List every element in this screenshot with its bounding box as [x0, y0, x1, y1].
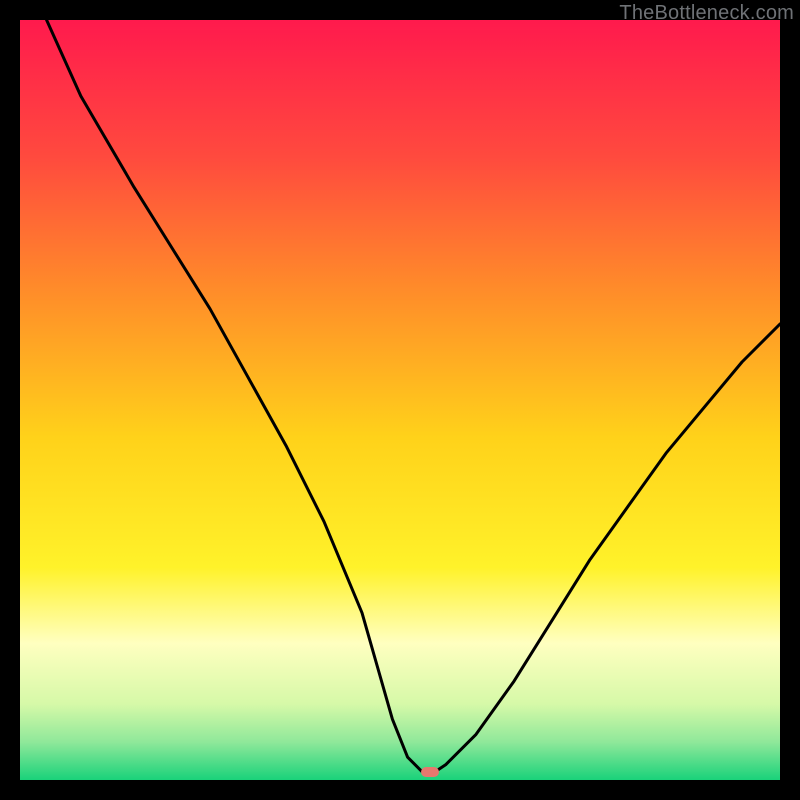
bottleneck-chart	[20, 20, 780, 780]
chart-background	[20, 20, 780, 780]
chart-frame: TheBottleneck.com	[0, 0, 800, 800]
optimum-marker	[421, 767, 439, 777]
